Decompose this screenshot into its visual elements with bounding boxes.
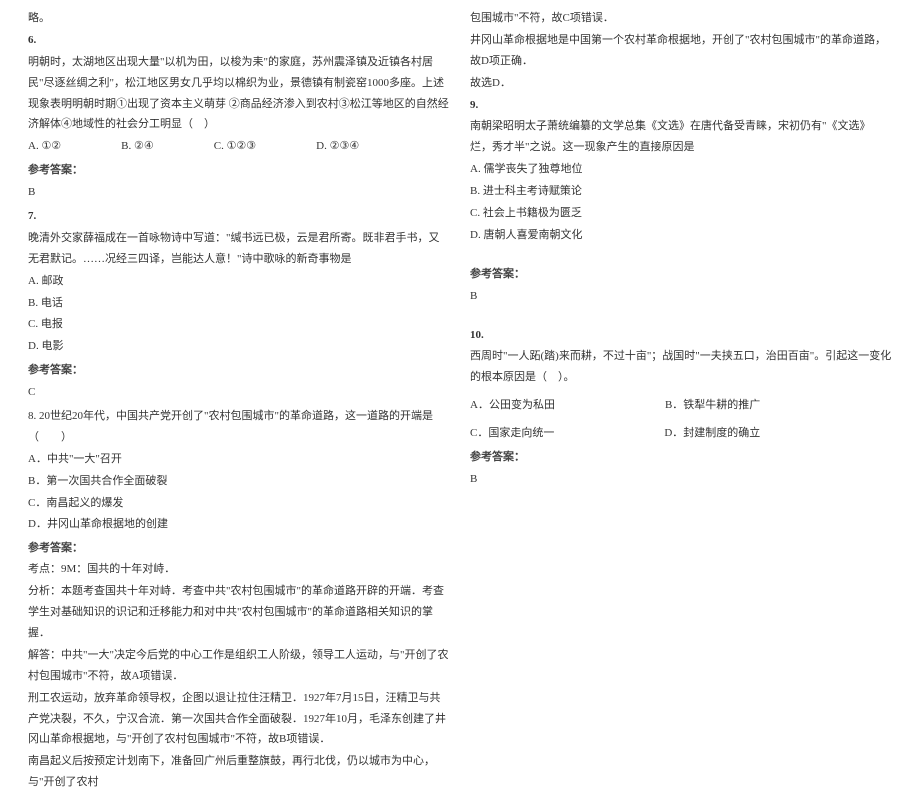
q8-cont-1: 包围城市"不符，故C项错误． bbox=[470, 8, 892, 29]
q6-opt-b: B. ②④ bbox=[121, 136, 154, 157]
q6-options: A. ①② B. ②④ C. ①②③ D. ②③④ bbox=[28, 136, 450, 157]
q9-number: 9. bbox=[470, 95, 892, 116]
q7-answer: C bbox=[28, 382, 450, 403]
q8-opt-c: C．南昌起义的爆发 bbox=[28, 493, 450, 514]
q8-cont-2: 井冈山革命根据地是中国第一个农村革命根据地，开创了"农村包围城市"的革命道路，故… bbox=[470, 30, 892, 72]
q6-opt-c: C. ①②③ bbox=[214, 136, 256, 157]
q8-opt-a: A．中共"一大"召开 bbox=[28, 449, 450, 470]
q10-answer-label: 参考答案： bbox=[470, 447, 892, 468]
q8-analysis: 分析：本题考查国共十年对峙．考查中共"农村包围城市"的革命道路开辟的开端．考查学… bbox=[28, 581, 450, 644]
q9-opt-d: D. 唐朝人喜爱南朝文化 bbox=[470, 225, 892, 246]
q10-answer: B bbox=[470, 469, 892, 490]
q6-answer: B bbox=[28, 182, 450, 203]
q9-opt-b: B. 进士科主考诗赋策论 bbox=[470, 181, 892, 202]
q6-answer-label: 参考答案： bbox=[28, 160, 450, 181]
q7-opt-a: A. 邮政 bbox=[28, 271, 450, 292]
q10-text: 西周时"一人跖(踏)来而耕，不过十亩"；战国时"一夫挟五口，治田百亩"。引起这一… bbox=[470, 346, 892, 388]
q9-opt-c: C. 社会上书籍极为匮乏 bbox=[470, 203, 892, 224]
q7-opt-b: B. 电话 bbox=[28, 293, 450, 314]
q6-number: 6. bbox=[28, 30, 450, 51]
q10-row1: A．公田变为私田 B．铁犁牛耕的推广 bbox=[470, 395, 892, 416]
q8-explain-2: 刑工农运动，放弃革命领导权，企图以退让拉住汪精卫．1927年7月15日，汪精卫与… bbox=[28, 688, 450, 751]
q8-cont-3: 故选D． bbox=[470, 73, 892, 94]
q8-exam-point: 考点：9M：国共的十年对峙． bbox=[28, 559, 450, 580]
q7-opt-c: C. 电报 bbox=[28, 314, 450, 335]
q6-opt-a: A. ①② bbox=[28, 136, 61, 157]
q10-opt-d: D．封建制度的确立 bbox=[664, 423, 760, 444]
note-text: 略。 bbox=[28, 8, 450, 29]
q7-opt-d: D. 电影 bbox=[28, 336, 450, 357]
q9-answer: B bbox=[470, 286, 892, 307]
q9-opt-a: A. 儒学丧失了独尊地位 bbox=[470, 159, 892, 180]
q10-opt-b: B．铁犁牛耕的推广 bbox=[665, 395, 760, 416]
q8-explain-3: 南昌起义后按预定计划南下，准备回广州后重整旗鼓，再行北伐，仍以城市为中心，与"开… bbox=[28, 751, 450, 793]
q10-opt-c: C．国家走向统一 bbox=[470, 423, 554, 444]
q8-explain-1: 解答：中共"一大"决定今后党的中心工作是组织工人阶级，领导工人运动，与"开创了农… bbox=[28, 645, 450, 687]
q10-number: 10. bbox=[470, 325, 892, 346]
q9-answer-label: 参考答案： bbox=[470, 264, 892, 285]
right-column: 包围城市"不符，故C项错误． 井冈山革命根据地是中国第一个农村革命根据地，开创了… bbox=[460, 8, 902, 643]
q8-opt-d: D．井冈山革命根据地的创建 bbox=[28, 514, 450, 535]
q8-opt-b: B．第一次国共合作全面破裂 bbox=[28, 471, 450, 492]
q9-text: 南朝梁昭明太子萧统编纂的文学总集《文选》在唐代备受青睐，宋初仍有"《文选》烂，秀… bbox=[470, 116, 892, 158]
left-column: 略。 6. 明朝时，太湖地区出现大量"以机为田，以梭为耒"的家庭，苏州震泽镇及近… bbox=[18, 8, 460, 643]
q7-text: 晚清外交家薛福成在一首咏物诗中写道："缄书远已极，云是君所寄。既非君手书，又无君… bbox=[28, 228, 450, 270]
q6-opt-d: D. ②③④ bbox=[316, 136, 359, 157]
q10-opt-a: A．公田变为私田 bbox=[470, 395, 555, 416]
q8-answer-label: 参考答案： bbox=[28, 538, 450, 559]
q6-text: 明朝时，太湖地区出现大量"以机为田，以梭为耒"的家庭，苏州震泽镇及近镇各村居民"… bbox=[28, 52, 450, 136]
q7-number: 7. bbox=[28, 206, 450, 227]
q7-answer-label: 参考答案： bbox=[28, 360, 450, 381]
q10-row2: C．国家走向统一 D．封建制度的确立 bbox=[470, 423, 892, 444]
q8-text: 8. 20世纪20年代，中国共产党开创了"农村包围城市"的革命道路，这一道路的开… bbox=[28, 406, 450, 448]
